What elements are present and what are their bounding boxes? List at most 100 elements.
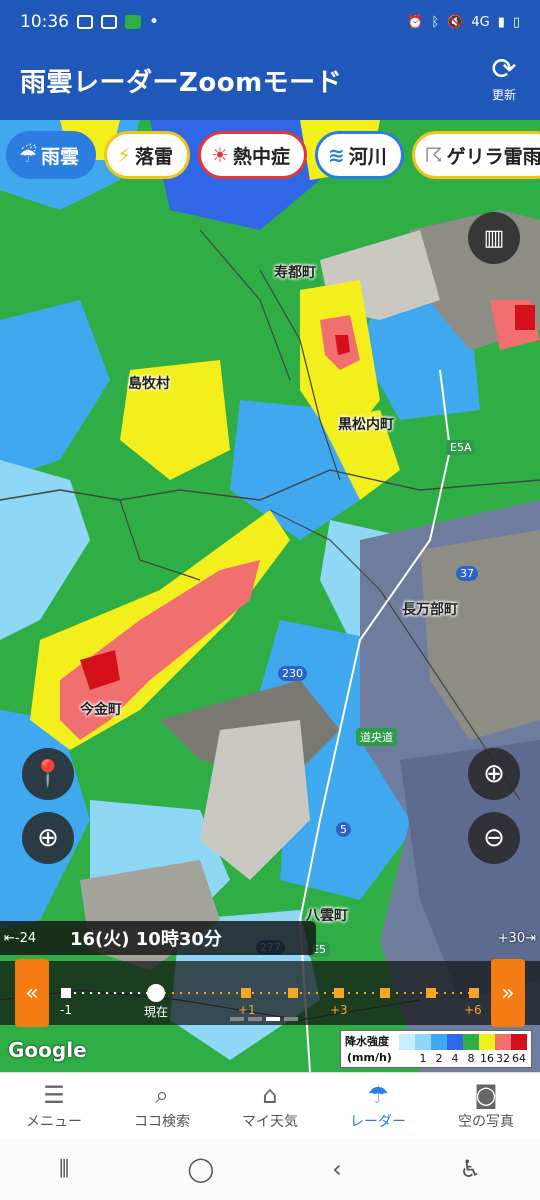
refresh-label: 更新 — [491, 88, 516, 102]
mute-icon: 🔇 — [447, 14, 464, 30]
refresh-button[interactable]: ⟳ 更新 — [482, 54, 526, 103]
back-button[interactable]: ‹ — [332, 1155, 342, 1183]
home-icon: ⌂ — [262, 1080, 278, 1109]
chip-river[interactable]: ≋ 河川 — [314, 131, 404, 179]
thunderstorm-icon: ☈ — [424, 143, 443, 167]
status-bar: 10:36 • ⏰ ᛒ 🔇 4G ▮ ▯ — [0, 0, 540, 44]
legend-swatch — [447, 1034, 463, 1050]
legend-swatches — [399, 1034, 527, 1050]
pin-icon: 📍 — [31, 759, 65, 789]
rewind-icon: « — [25, 980, 39, 1006]
map-type-button[interactable]: ▥ — [468, 212, 520, 264]
chip-label: 落雷 — [135, 145, 174, 168]
home-button[interactable]: ◯ — [187, 1155, 214, 1183]
zoom-out-button[interactable]: ⊖ — [468, 812, 520, 864]
legend-value: 1 — [419, 1052, 427, 1065]
more-notifications-dot: • — [149, 12, 160, 32]
chip-lightning[interactable]: ⚡ 落雷 — [103, 131, 191, 179]
legend-swatch — [463, 1034, 479, 1050]
chip-heatstroke[interactable]: ☀ 熱中症 — [198, 131, 307, 179]
camera-notification-icon — [77, 15, 93, 29]
legend-swatch — [479, 1034, 495, 1050]
pin-button[interactable]: 📍 — [22, 748, 74, 800]
bluetooth-icon: ᛒ — [431, 14, 440, 30]
current-time-display: 16(火) 10時30分 — [0, 921, 316, 955]
layer-chips: ☔ 雨雲 ⚡ 落雷 ☀ 熱中症 ≋ 河川 ☈ ゲリラ雷雨 — [6, 131, 540, 179]
tab-menu[interactable]: ☰ メニュー — [0, 1073, 108, 1138]
road-sign: 道央道 — [356, 728, 397, 746]
camera-icon: ◙ — [474, 1080, 498, 1109]
alarm-icon: ⏰ — [407, 14, 424, 30]
chat-notification-icon — [125, 15, 141, 29]
timeline-tick: 現在 — [144, 1005, 169, 1019]
chip-label: 河川 — [348, 145, 387, 168]
place-label: 寿都町 — [274, 265, 316, 281]
tab-radar[interactable]: ☂ レーダー — [324, 1073, 432, 1138]
zoom-out-icon: ⊖ — [483, 823, 505, 853]
timeline: 16(火) 10時30分 ⇤-24 +30⇥ « » -1 現在 +1 +3 +… — [0, 921, 540, 1031]
system-nav-bar: ⦀ ◯ ‹ ♿ — [0, 1138, 540, 1200]
app-bar: 雨雲レーダーZoomモード ⟳ 更新 — [0, 44, 540, 120]
legend-swatch — [511, 1034, 527, 1050]
legend-value: 16 — [480, 1052, 494, 1065]
fast-forward-button[interactable]: » — [491, 959, 525, 1027]
legend-swatch — [495, 1034, 511, 1050]
chip-label: 熱中症 — [232, 145, 290, 168]
chip-guerrilla-storm[interactable]: ☈ ゲリラ雷雨 — [411, 131, 540, 179]
tab-label: 空の写真 — [458, 1113, 514, 1130]
recent-apps-button[interactable]: ⦀ — [59, 1155, 70, 1183]
place-label: 黒松内町 — [338, 417, 394, 433]
timeline-track[interactable] — [0, 961, 540, 1025]
legend-value: 2 — [435, 1052, 443, 1065]
timeline-minus-label[interactable]: ⇤-24 — [4, 931, 36, 946]
tab-my-weather[interactable]: ⌂ マイ天気 — [216, 1073, 324, 1138]
zoom-in-icon: ⊕ — [483, 759, 505, 789]
timeline-tick: +3 — [330, 1003, 348, 1017]
network-type: 4G — [471, 14, 490, 30]
legend-swatch — [415, 1034, 431, 1050]
sun-icon: ☀ — [211, 143, 229, 167]
place-label: 長万部町 — [402, 602, 458, 618]
crosshair-icon: ⊕ — [37, 823, 59, 853]
place-label: 今金町 — [80, 702, 122, 718]
tab-label: レーダー — [350, 1113, 406, 1130]
road-sign: E5A — [446, 440, 476, 455]
menu-icon: ☰ — [43, 1080, 65, 1109]
place-label: 島牧村 — [128, 376, 170, 392]
fast-forward-icon: » — [501, 980, 515, 1006]
status-time: 10:36 — [20, 12, 69, 32]
rewind-button[interactable]: « — [15, 959, 49, 1027]
locate-button[interactable]: ⊕ — [22, 812, 74, 864]
legend-values: 1 2 4 8 16 32 64 — [399, 1052, 527, 1065]
tab-sky-photos[interactable]: ◙ 空の写真 — [432, 1073, 540, 1138]
battery-icon: ▯ — [512, 14, 520, 30]
legend-swatch — [399, 1034, 415, 1050]
bottom-tab-bar: ☰ メニュー ⌕ ココ検索 ⌂ マイ天気 ☂ レーダー ◙ 空の写真 — [0, 1072, 540, 1138]
tab-label: メニュー — [26, 1113, 82, 1130]
google-logo: Google — [8, 1038, 87, 1062]
precipitation-legend: 降水強度 (mm/h) 1 2 4 8 16 32 64 — [340, 1030, 532, 1068]
search-icon: ⌕ — [155, 1080, 169, 1109]
current-time-text: 16(火) 10時30分 — [70, 929, 222, 950]
refresh-icon: ⟳ — [491, 52, 517, 87]
timeline-plus-label[interactable]: +30⇥ — [498, 931, 536, 946]
umbrella-icon: ☂ — [367, 1080, 389, 1109]
legend-unit: (mm/h) — [347, 1051, 392, 1064]
chip-rain[interactable]: ☔ 雨雲 — [6, 131, 96, 179]
map-icon: ▥ — [483, 225, 505, 251]
page-title: 雨雲レーダーZoomモード — [20, 68, 343, 98]
tab-search[interactable]: ⌕ ココ検索 — [108, 1073, 216, 1138]
app-notification-icon — [101, 15, 117, 29]
zoom-in-button[interactable]: ⊕ — [468, 748, 520, 800]
timeline-tick: -1 — [60, 1003, 72, 1017]
timeline-tick: +6 — [464, 1003, 482, 1017]
legend-value: 8 — [467, 1052, 475, 1065]
legend-value: 64 — [512, 1052, 526, 1065]
road-sign: 5 — [336, 822, 351, 837]
legend-title: 降水強度 — [345, 1035, 389, 1048]
legend-value: 4 — [451, 1052, 459, 1065]
river-icon: ≋ — [327, 143, 345, 167]
accessibility-button[interactable]: ♿ — [460, 1155, 482, 1183]
tab-label: マイ天気 — [242, 1113, 298, 1130]
signal-icon: ▮ — [497, 14, 505, 30]
